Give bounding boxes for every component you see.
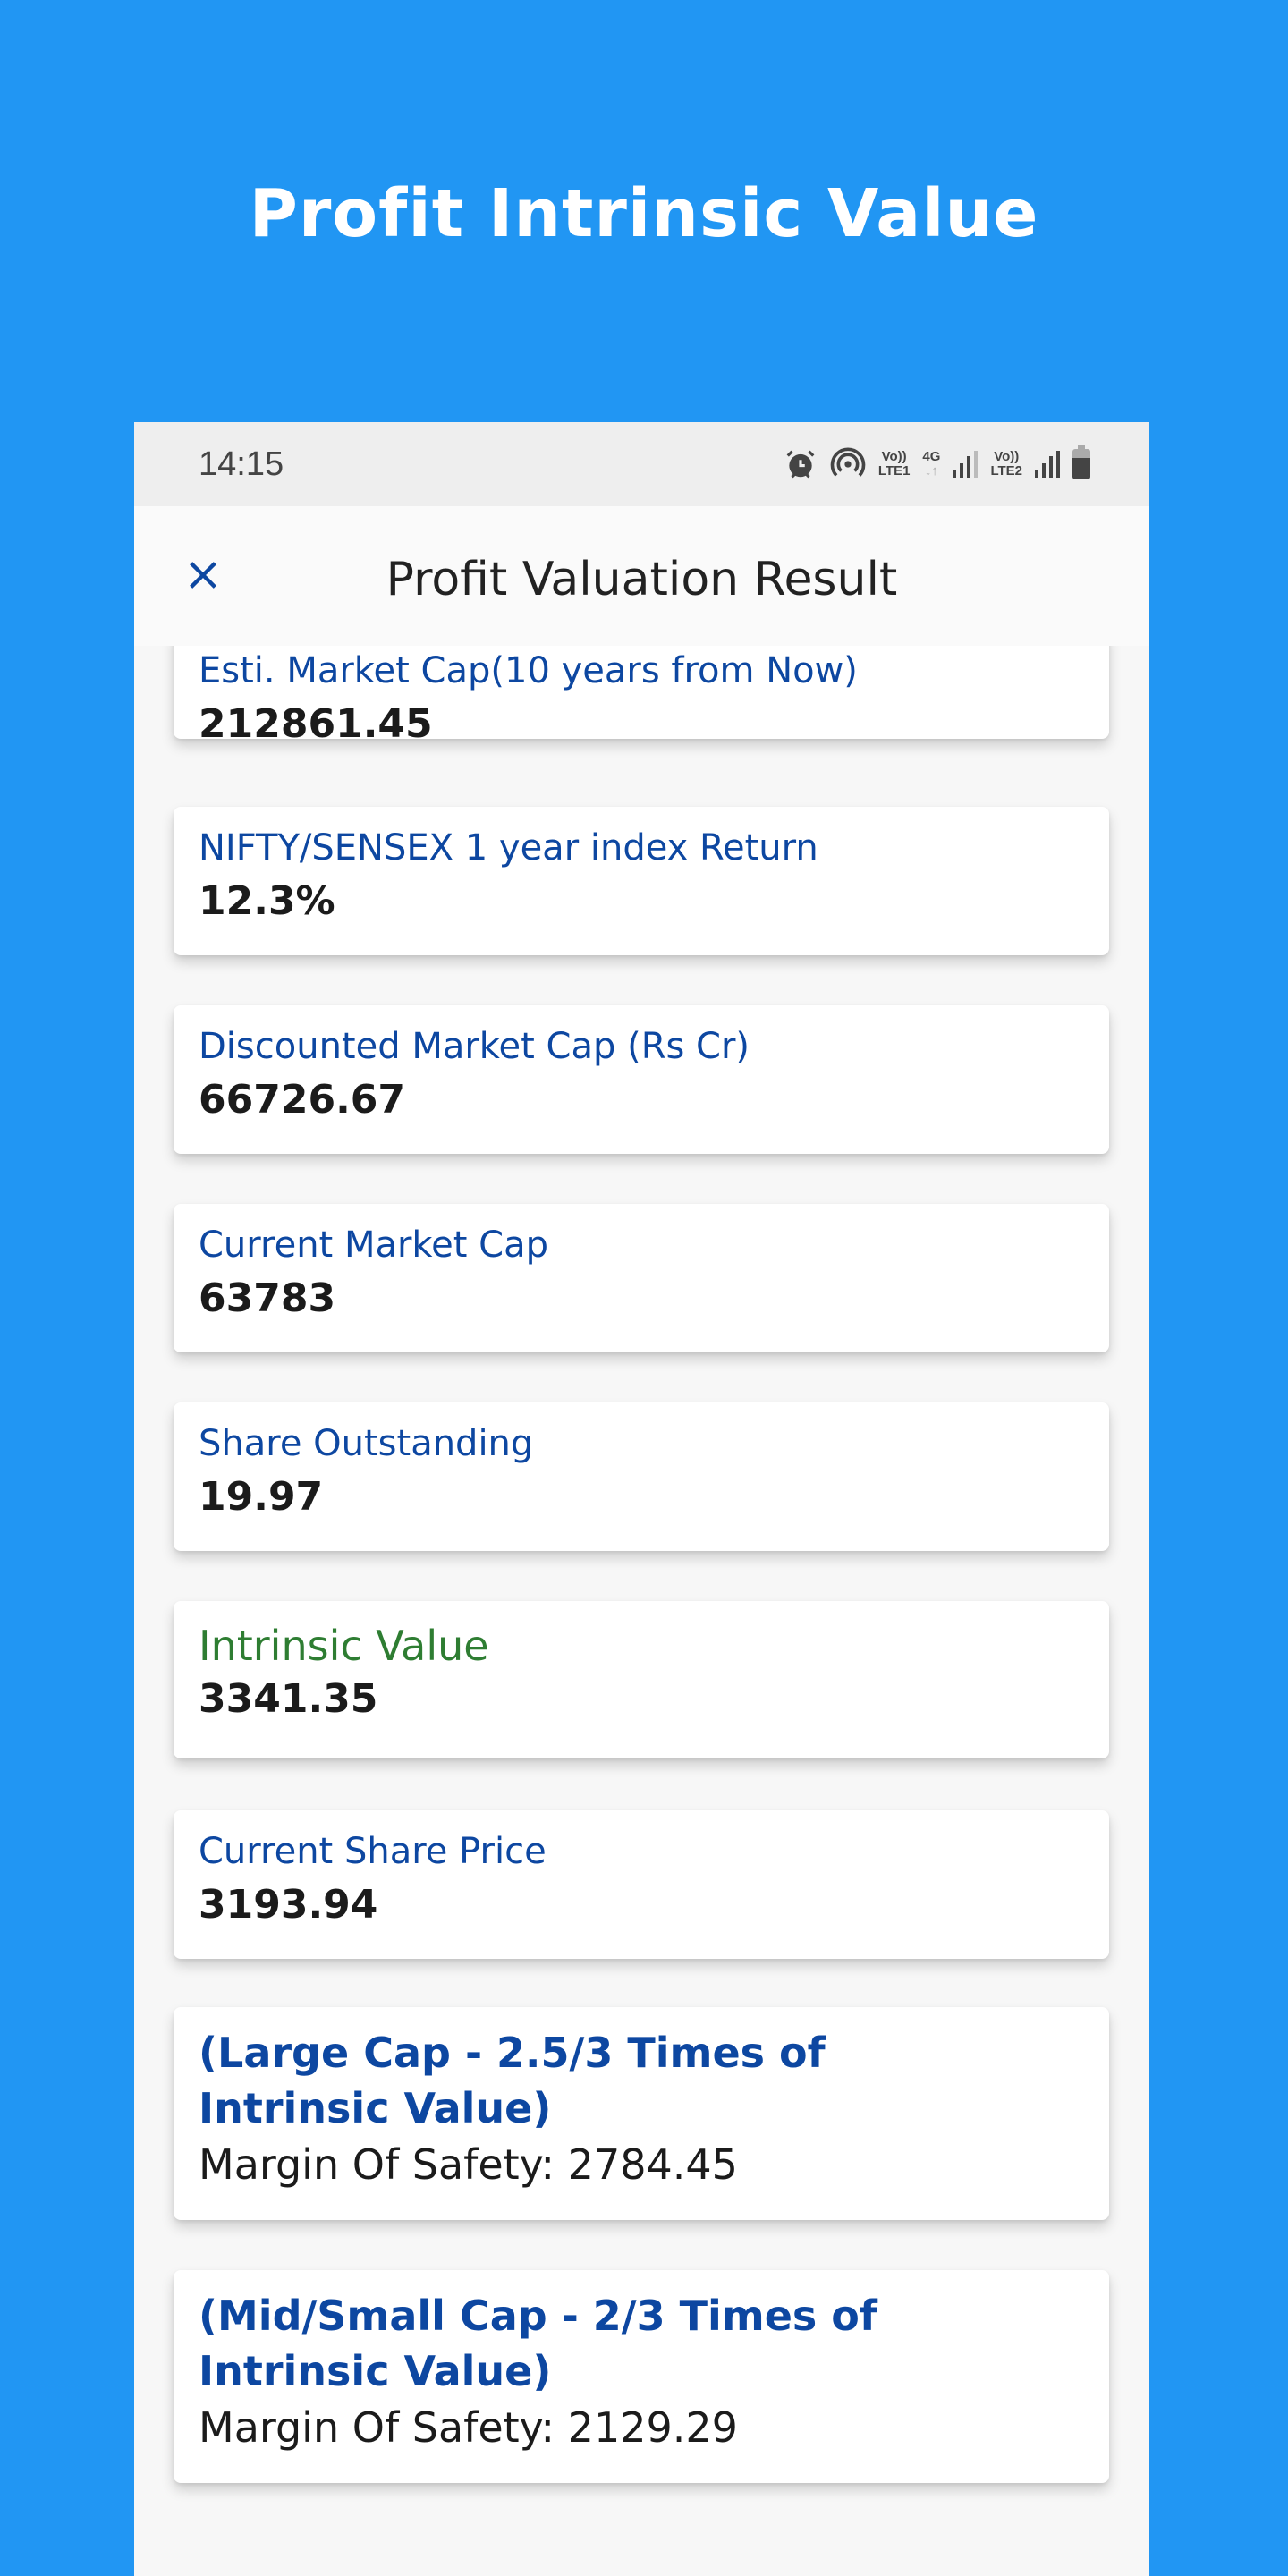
result-label: Current Share Price bbox=[199, 1831, 547, 1872]
result-value: 3341.35 bbox=[199, 1676, 378, 1722]
alarm-icon bbox=[784, 447, 818, 481]
result-card-esti-market-cap: Esti. Market Cap(10 years from Now) 2128… bbox=[174, 646, 1109, 747]
result-card-share-outstanding: Share Outstanding 19.97 bbox=[174, 1402, 1109, 1551]
result-value: 63783 bbox=[199, 1275, 336, 1321]
result-label: Esti. Market Cap(10 years from Now) bbox=[199, 650, 858, 691]
result-value: 212861.45 bbox=[199, 701, 433, 747]
page-title: Profit Valuation Result bbox=[386, 553, 898, 606]
4g-data-icon: 4G ↓↑ bbox=[922, 449, 941, 479]
phone-screen: 14:15 Vo)) LTE1 4G ↓↑ Vo)) LTE2 Profit V… bbox=[134, 422, 1149, 2576]
status-icons: Vo)) LTE1 4G ↓↑ Vo)) LTE2 bbox=[784, 442, 1090, 487]
result-card-mid-small-cap-mos: (Mid/Small Cap - 2/3 Times of Intrinsic … bbox=[174, 2270, 1109, 2483]
battery-icon bbox=[1072, 445, 1090, 479]
margin-of-safety: Margin Of Safety: 2784.45 bbox=[199, 2140, 738, 2189]
result-value: 3193.94 bbox=[199, 1882, 378, 1928]
result-label: (Mid/Small Cap - 2/3 Times of Intrinsic … bbox=[199, 2292, 877, 2395]
margin-of-safety: Margin Of Safety: 2129.29 bbox=[199, 2403, 738, 2452]
result-value: 66726.67 bbox=[199, 1077, 406, 1123]
volte-lte2-icon: Vo)) LTE2 bbox=[990, 449, 1022, 479]
result-label: (Large Cap - 2.5/3 Times of Intrinsic Va… bbox=[199, 2029, 826, 2132]
result-card-intrinsic-value: Intrinsic Value 3341.35 bbox=[174, 1601, 1109, 1758]
result-label: NIFTY/SENSEX 1 year index Return bbox=[199, 827, 818, 869]
hotspot-icon bbox=[830, 446, 866, 482]
result-card-large-cap-mos: (Large Cap - 2.5/3 Times of Intrinsic Va… bbox=[174, 2007, 1109, 2220]
result-label: Discounted Market Cap (Rs Cr) bbox=[199, 1026, 750, 1067]
status-time: 14:15 bbox=[199, 445, 284, 483]
results-list[interactable]: Esti. Market Cap(10 years from Now) 2128… bbox=[134, 646, 1149, 2576]
result-value: 12.3% bbox=[199, 878, 335, 924]
app-bar: Profit Valuation Result bbox=[134, 506, 1149, 646]
result-label: Current Market Cap bbox=[199, 1224, 548, 1266]
result-label: Intrinsic Value bbox=[199, 1622, 489, 1670]
result-card-current-share-price: Current Share Price 3193.94 bbox=[174, 1810, 1109, 1959]
result-card-index-return: NIFTY/SENSEX 1 year index Return 12.3% bbox=[174, 807, 1109, 955]
status-bar: 14:15 Vo)) LTE1 4G ↓↑ Vo)) LTE2 bbox=[134, 422, 1149, 506]
signal-sim1-icon bbox=[953, 451, 979, 478]
result-card-discounted-market-cap: Discounted Market Cap (Rs Cr) 66726.67 bbox=[174, 1005, 1109, 1154]
promo-title: Profit Intrinsic Value bbox=[249, 175, 1039, 252]
result-value: 19.97 bbox=[199, 1474, 324, 1520]
result-label: Share Outstanding bbox=[199, 1423, 534, 1464]
signal-sim2-icon bbox=[1035, 451, 1060, 478]
result-card-current-market-cap: Current Market Cap 63783 bbox=[174, 1204, 1109, 1352]
volte-lte1-icon: Vo)) LTE1 bbox=[877, 449, 911, 479]
